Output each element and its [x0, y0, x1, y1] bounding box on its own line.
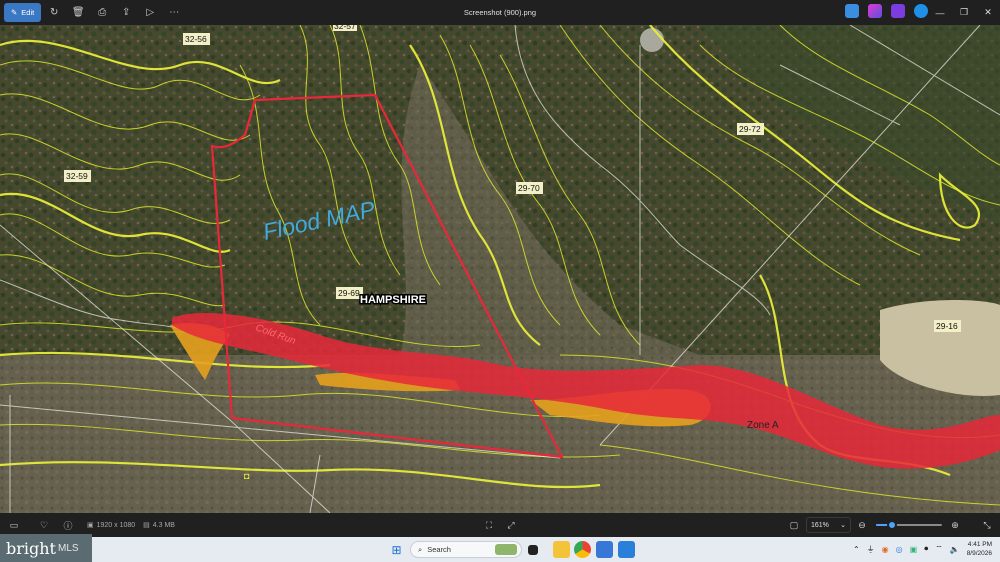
zoom-in-icon[interactable]: ⊕: [944, 515, 966, 535]
slideshow-icon[interactable]: ▷: [139, 3, 161, 22]
image-dimensions: ▣ 1920 x 1080: [87, 521, 136, 530]
search-highlight-icon: [495, 544, 517, 555]
fullscreen-icon[interactable]: ▢: [783, 515, 805, 535]
status-bar: ▭ ♡ ⓘ ▣ 1920 x 1080 ▤ 4.3 MB ⛶ ⤢ ▢ 161% …: [0, 513, 1000, 537]
chevron-up-icon[interactable]: ⌃: [853, 545, 860, 554]
parcel-label: 29-70: [518, 183, 540, 193]
print-icon[interactable]: ⎙: [91, 3, 113, 22]
system-tray: ⌃ ⏚ ◉ ◎ ▣ ⏺ ⌔ 🔈 4:41 PM 8/9/2026: [853, 540, 992, 558]
minimize-icon[interactable]: —: [928, 0, 952, 25]
zoom-slider-knob[interactable]: [886, 520, 897, 530]
fit-screen-icon[interactable]: ⛶: [478, 515, 500, 535]
expand-icon[interactable]: ⤡: [976, 515, 998, 535]
actual-size-icon[interactable]: ⤢: [500, 515, 522, 535]
disk-icon: ▤: [143, 522, 150, 529]
flood-map-image: Flood MAP Cold Run 32-56 32-57 32-59 29-…: [0, 25, 1000, 513]
parcel-label: 32-56: [185, 34, 207, 44]
editor-app-icon[interactable]: [845, 4, 859, 18]
info-icon[interactable]: ⓘ: [57, 515, 79, 535]
app-tray-icon[interactable]: ◉: [882, 545, 889, 554]
chrome-icon[interactable]: [574, 541, 591, 558]
more-options-icon[interactable]: ⋯: [163, 3, 185, 22]
usb-icon[interactable]: ⏚: [867, 544, 875, 555]
edit-icon: ✎: [11, 8, 18, 17]
share-icon[interactable]: ⇪: [115, 3, 137, 22]
parcel-label: 29-72: [739, 124, 761, 134]
edit-button[interactable]: ✎ Edit: [4, 3, 42, 22]
designer-app-icon[interactable]: [868, 4, 882, 18]
mail-icon[interactable]: [596, 541, 613, 558]
start-icon[interactable]: ⊞: [388, 541, 405, 558]
taskbar: ⊞ ⌕ Search ⌃ ⏚ ◉ ◎ ▣ ⏺ ⌔ 🔈 4:41 PM 8/9/2…: [0, 537, 1000, 562]
file-explorer-icon[interactable]: [553, 541, 570, 558]
maximize-icon[interactable]: ❐: [952, 0, 976, 25]
parcel-label: 29-16: [936, 321, 958, 331]
camera-icon[interactable]: ⏺: [924, 544, 928, 554]
parcel-label: 32-59: [66, 171, 88, 181]
volume-icon[interactable]: 🔈: [950, 545, 960, 554]
parcel-label: 32-57: [334, 25, 356, 31]
chevron-down-icon: ⌄: [840, 522, 846, 529]
rotate-icon[interactable]: ↻: [43, 3, 65, 22]
parcel-label: 29-69: [338, 288, 360, 298]
zoom-out-icon[interactable]: ⊖: [851, 515, 873, 535]
clock[interactable]: 4:41 PM 8/9/2026: [967, 540, 992, 558]
county-label: HAMPSHIRE: [360, 294, 426, 306]
zone-label: Zone A: [747, 420, 779, 431]
map-marker-icon: ◘: [244, 471, 250, 481]
app-tray-icon-3[interactable]: ▣: [910, 545, 918, 554]
file-size: ▤ 4.3 MB: [143, 521, 175, 530]
taskbar-search[interactable]: ⌕ Search: [410, 541, 522, 558]
zoom-dropdown[interactable]: 161% ⌄: [806, 517, 851, 533]
wifi-icon[interactable]: ⌔: [935, 544, 943, 554]
photos-app-icon[interactable]: [618, 541, 635, 558]
edit-label: Edit: [21, 8, 35, 17]
clipchamp-app-icon[interactable]: [891, 4, 905, 18]
image-canvas[interactable]: Flood MAP Cold Run 32-56 32-57 32-59 29-…: [0, 25, 1000, 513]
dimensions-icon: ▣: [87, 522, 94, 529]
onedrive-icon[interactable]: [914, 4, 928, 18]
close-icon[interactable]: ✕: [976, 0, 1000, 25]
delete-icon[interactable]: 🗑: [67, 3, 89, 22]
task-view-icon[interactable]: [528, 545, 538, 555]
bright-mls-logo: bright MLS: [0, 534, 92, 562]
title-bar: ✎ Edit ↻ 🗑 ⎙ ⇪ ▷ ⋯ Screenshot (900).png …: [0, 0, 1000, 25]
app-tray-icon-2[interactable]: ◎: [896, 545, 903, 554]
zoom-slider[interactable]: [876, 520, 942, 530]
search-icon: ⌕: [418, 544, 423, 554]
filmstrip-icon[interactable]: ▭: [3, 515, 25, 535]
favorite-icon[interactable]: ♡: [33, 515, 55, 535]
